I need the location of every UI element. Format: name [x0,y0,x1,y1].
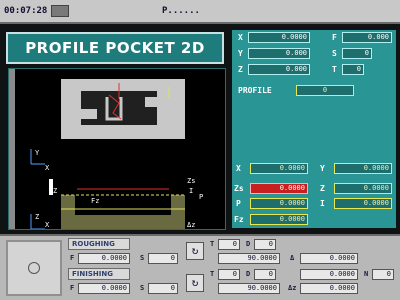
diagram-p-label: P [199,193,203,201]
axis-x-value[interactable]: 0.0000 [248,32,310,43]
page-title: PROFILE POCKET 2D [6,32,224,64]
program-name: P...... [162,6,200,16]
x-axis-label: X [45,164,50,172]
parameter-panel: X 0.0000 F 0.000 Y 0.000 S 0 Z 0.000 T 0… [232,30,396,228]
profile-label: PROFILE [238,86,272,95]
finishing-s-value[interactable]: 0 [148,283,178,294]
param-z-value[interactable]: 0.0000 [334,183,392,194]
diagram-zs-label: Zs [187,177,195,185]
finishing-n-label: N [364,270,369,278]
param-i-label: I [320,199,325,208]
param-i-value[interactable]: 0.0000 [334,198,392,209]
tool-icon[interactable] [6,240,62,296]
diagram-dz-label: Δz [187,221,195,229]
roughing-delta-label: Δ [290,254,295,262]
finishing-f-label: F [70,284,75,292]
roughing-angle-value[interactable]: 90.0000 [218,253,280,264]
axis-y-value[interactable]: 0.000 [248,48,310,59]
finishing-dz-value[interactable]: 0.0000 [300,283,358,294]
param-y-value[interactable]: 0.0000 [334,163,392,174]
param-zs-value[interactable]: 0.0000 [250,183,308,194]
finishing-t-value[interactable]: 0 [218,269,240,280]
x-axis-label-left: X [45,221,50,229]
param-x-value[interactable]: 0.0000 [250,163,308,174]
mode-icon[interactable] [51,5,69,17]
roughing-header: ROUGHING [68,238,130,250]
rotation-icon-2[interactable]: ↻ [186,274,204,292]
graphics-window: Y X Z X Z Zs P I Fz Δz [8,68,226,230]
roughing-f-label: F [70,254,75,262]
param-y-label: Y [320,164,325,173]
left-ruler [9,69,15,229]
diagram-i-label: I [189,187,193,195]
diagram-fz-label: Fz [91,197,99,205]
param-x-label: X [236,164,241,173]
axis-f-value[interactable]: 0.000 [342,32,392,43]
workpiece-base [61,215,185,229]
param-z-label: Z [320,184,325,193]
tool-center-icon [28,262,40,274]
axis-t-value[interactable]: 0 [342,64,364,75]
roughing-d-label: D [246,240,251,248]
finishing-f-value[interactable]: 0.0000 [78,283,130,294]
status-bar: 00:07:28 P...... [0,0,400,24]
finishing-delta-value[interactable]: 0.0000 [300,269,358,280]
axis-x-label: X [238,33,243,42]
roughing-t-label: T [210,240,215,248]
axis-y-label: Y [238,49,243,58]
main-screen: PROFILE POCKET 2D Y X Z X Z Zs P I Fz Δz… [0,24,400,234]
param-fz-label: Fz [234,215,244,224]
finishing-d-label: D [246,270,251,278]
z-axis-label-left: Z [35,213,39,221]
profile-value[interactable]: 0 [296,85,354,96]
roughing-t-value[interactable]: 0 [218,239,240,250]
roughing-f-value[interactable]: 0.0000 [78,253,130,264]
axis-z-value[interactable]: 0.000 [248,64,310,75]
axis-s-label: S [332,49,337,58]
roughing-s-label: S [140,254,145,262]
param-p-value[interactable]: 0.0000 [250,198,308,209]
finishing-angle-value[interactable]: 90.0000 [218,283,280,294]
finishing-d-value[interactable]: 0 [254,269,276,280]
axis-z-label: Z [238,65,243,74]
axis-s-value[interactable]: 0 [342,48,372,59]
pocket-diagram: Y X Z X Z Zs P I Fz Δz [9,69,203,230]
finishing-t-label: T [210,270,215,278]
param-fz-value[interactable]: 0.0000 [250,214,308,225]
finishing-dz-label: Δz [288,284,297,292]
param-p-label: P [236,199,241,208]
param-zs-label: Zs [234,184,244,193]
workpiece-right-wall [171,195,185,215]
roughing-d-value[interactable]: 0 [254,239,276,250]
diagram-z-label: Z [53,187,57,195]
axis-f-label: F [332,33,337,42]
workpiece-left-wall [61,195,75,215]
roughing-s-value[interactable]: 0 [148,253,178,264]
axis-t-label: T [332,65,337,74]
y-axis-label: Y [35,149,40,157]
machining-panel: ROUGHING F 0.0000 S 0 ↻ T 0 D 0 90.0000 … [0,234,400,300]
clock: 00:07:28 [4,6,48,16]
finishing-header: FINISHING [68,268,130,280]
roughing-delta-value[interactable]: 0.0000 [300,253,358,264]
rotation-icon[interactable]: ↻ [186,242,204,260]
finishing-s-label: S [140,284,145,292]
finishing-n-value[interactable]: 0 [372,269,394,280]
